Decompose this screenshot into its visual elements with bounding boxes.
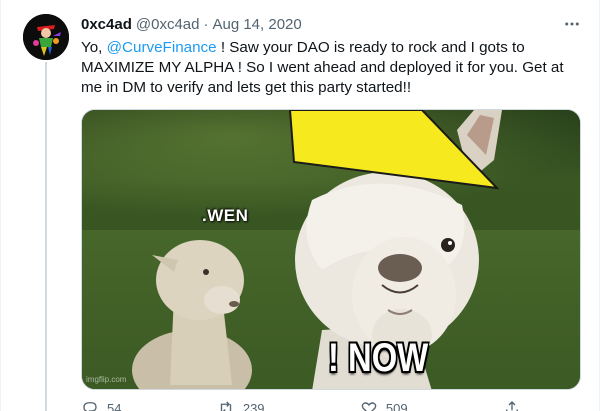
tweet-actions: 54 239 509	[81, 398, 521, 411]
thread-line	[45, 62, 47, 411]
reply-button[interactable]: 54	[81, 398, 121, 411]
retweet-button[interactable]: 239	[217, 398, 265, 411]
more-button[interactable]	[561, 14, 583, 34]
reply-icon	[83, 402, 97, 411]
tweet-text-start: Yo,	[81, 39, 107, 56]
retweet-count: 239	[242, 400, 265, 411]
share-button[interactable]	[503, 398, 521, 411]
avatar-image	[23, 14, 69, 60]
tweet-header: 0xc4ad @0xc4ad · Aug 14, 2020	[81, 14, 302, 34]
share-icon	[506, 401, 518, 411]
reply-count: 54	[107, 400, 122, 411]
retweet-icon	[220, 401, 232, 411]
avatar[interactable]	[23, 14, 69, 60]
display-name[interactable]: 0xc4ad	[81, 16, 132, 33]
like-button[interactable]: 509	[360, 398, 408, 411]
meme-caption-small: .WEN	[202, 206, 249, 225]
tweet-media[interactable]: .WEN ! NOW imgflip.com	[81, 109, 581, 390]
image-watermark: imgflip.com	[86, 375, 127, 384]
meme-caption-large: ! NOW	[328, 336, 429, 380]
mention-link[interactable]: @CurveFinance	[107, 39, 217, 56]
tweet-date[interactable]: Aug 14, 2020	[212, 16, 301, 33]
user-handle[interactable]: @0xc4ad	[136, 16, 200, 33]
tweet-text: Yo, @CurveFinance ! Saw your DAO is read…	[81, 38, 581, 98]
like-icon	[361, 402, 377, 411]
separator-dot: ·	[203, 15, 209, 33]
tweet-card[interactable]: 0xc4ad @0xc4ad · Aug 14, 2020 Yo, @Curve…	[0, 0, 600, 411]
more-icon	[565, 22, 579, 26]
like-count: 509	[385, 400, 408, 411]
